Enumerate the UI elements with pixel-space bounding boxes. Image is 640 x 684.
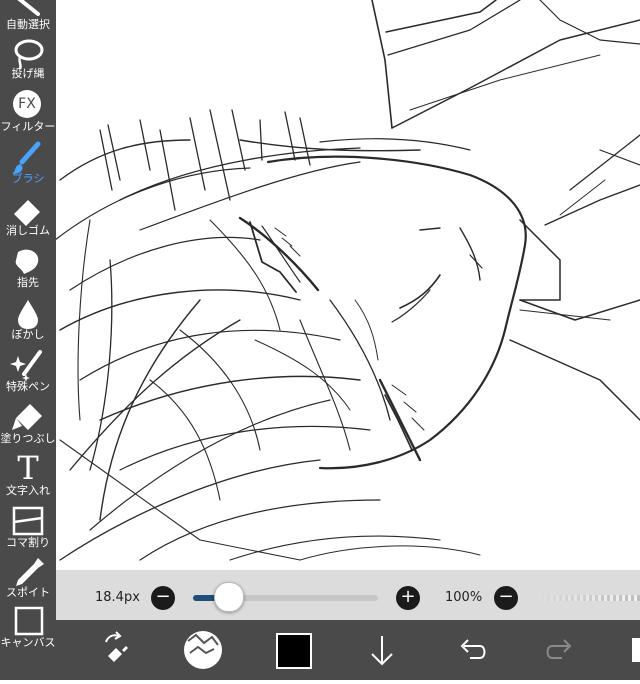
tool-sidebar: 自動選択 投げ縄 FX フィルター ブラシ 消しゴム 指先 ぼかし 特殊ペン 塗… xyxy=(0,0,56,680)
bottom-toolbar: 18.4 xyxy=(56,620,640,680)
tool-label: 塗りつぶし xyxy=(0,432,56,445)
tool-label: キャンバス xyxy=(0,636,56,649)
brush-preview-button[interactable]: 18.4 xyxy=(182,620,224,680)
tool-canvas[interactable]: キャンバス xyxy=(0,602,56,666)
tool-label: 指先 xyxy=(17,276,39,289)
layers-button[interactable] xyxy=(626,620,640,680)
tool-label: 投げ縄 xyxy=(11,67,45,80)
plus-icon: + xyxy=(400,586,416,607)
sketch-artwork xyxy=(54,0,640,561)
size-decrease-button[interactable]: − xyxy=(151,586,175,610)
swap-color-button[interactable] xyxy=(94,620,138,680)
magic-select-icon xyxy=(17,0,40,16)
size-increase-button[interactable]: + xyxy=(396,586,420,610)
brush-size-value: 18.4px xyxy=(95,590,140,605)
brush-size-slider-thumb[interactable] xyxy=(214,582,245,612)
tool-label: 文字入れ xyxy=(6,484,50,497)
tool-label: ぼかし xyxy=(11,328,45,341)
tool-label: フィルター xyxy=(0,120,56,133)
tool-label: 自動選択 xyxy=(6,18,50,31)
tool-label: コマ割り xyxy=(6,536,50,549)
swap-color-icon xyxy=(105,631,128,662)
tool-label: スポイト xyxy=(6,586,50,599)
brush-settings-bar: 18.4px − + 100% − xyxy=(56,570,640,620)
opacity-slider[interactable] xyxy=(535,595,640,601)
redo-button[interactable] xyxy=(540,620,580,680)
arrow-down-button[interactable] xyxy=(362,620,402,680)
minus-icon: − xyxy=(155,586,171,607)
color-swatch[interactable] xyxy=(276,633,312,669)
opacity-value: 100% xyxy=(445,590,483,605)
opacity-decrease-button[interactable]: − xyxy=(494,586,518,610)
tool-label: ブラシ xyxy=(11,172,45,185)
brush-size-badge: 18.4 xyxy=(190,650,216,663)
undo-button[interactable] xyxy=(452,620,492,680)
arrow-down-icon xyxy=(371,636,393,666)
drawing-canvas[interactable] xyxy=(0,0,640,570)
tool-label: 特殊ペン xyxy=(6,380,50,393)
minus-icon: − xyxy=(498,586,514,607)
undo-icon xyxy=(460,639,486,659)
layers-icon xyxy=(632,638,640,662)
redo-icon xyxy=(546,639,572,659)
tool-label: 消しゴム xyxy=(6,224,50,237)
